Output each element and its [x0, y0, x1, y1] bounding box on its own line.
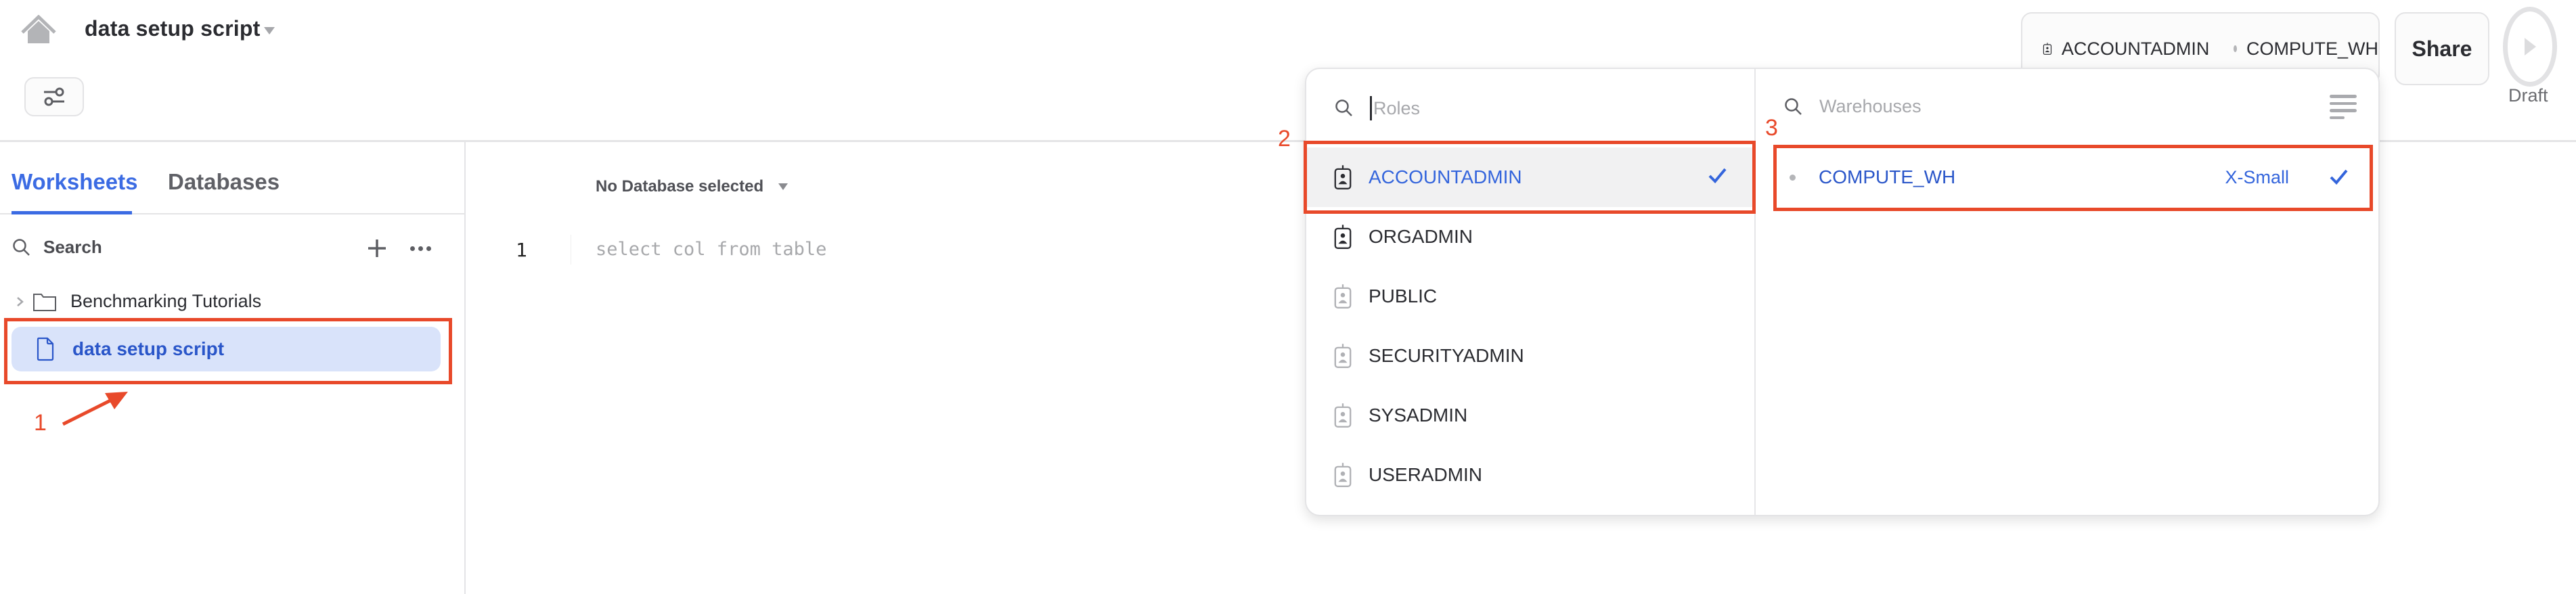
- role-badge-icon: [1334, 344, 1352, 368]
- role-item-sysadmin[interactable]: SYSADMIN: [1306, 386, 1754, 445]
- warehouses-placeholder: Warehouses: [1819, 96, 1922, 116]
- dot: [426, 246, 431, 251]
- annotation-number-2: 2: [1278, 126, 1291, 152]
- role-label: SYSADMIN: [1369, 405, 1468, 426]
- play-icon: [2525, 38, 2536, 55]
- role-item-useradmin[interactable]: USERADMIN: [1306, 445, 1754, 505]
- roles-search-input[interactable]: Roles: [1335, 96, 1420, 120]
- code-editor-line[interactable]: select col from table: [596, 239, 826, 260]
- share-button[interactable]: Share: [2395, 12, 2489, 85]
- annotation-number-3: 3: [1765, 115, 1778, 141]
- search-icon: [13, 238, 30, 256]
- role-label: ORGADMIN: [1369, 226, 1473, 247]
- search-icon: [1785, 97, 1802, 115]
- role-badge-icon: [1334, 225, 1352, 249]
- plus-icon: [368, 239, 386, 257]
- separator-dot: [2234, 45, 2237, 52]
- column-divider: [1754, 69, 1756, 515]
- line-number: 1: [516, 239, 527, 261]
- annotation-box-3: [1773, 145, 2373, 211]
- warehouses-search-input[interactable]: Warehouses: [1784, 96, 1922, 117]
- role-label: PUBLIC: [1369, 285, 1438, 306]
- annotation-number-1: 1: [34, 410, 47, 436]
- current-warehouse: COMPUTE_WH: [2246, 38, 2378, 59]
- active-tab-indicator: [12, 211, 132, 214]
- folder-label: Benchmarking Tutorials: [70, 291, 262, 311]
- roles-placeholder: Roles: [1373, 97, 1421, 118]
- role-badge-icon: [1334, 284, 1352, 309]
- more-options-button[interactable]: [406, 238, 435, 258]
- tab-databases[interactable]: Databases: [168, 169, 280, 195]
- home-icon[interactable]: [20, 14, 57, 43]
- sidebar-search[interactable]: Search: [12, 237, 102, 258]
- filter-settings-button[interactable]: [24, 77, 84, 116]
- role-label: SECURITYADMIN: [1369, 345, 1524, 366]
- text-cursor: [1370, 96, 1372, 120]
- annotation-box-2: [1304, 141, 1756, 214]
- sliders-icon: [44, 87, 64, 106]
- role-item-securityadmin[interactable]: SECURITYADMIN: [1306, 326, 1754, 386]
- role-label: USERADMIN: [1369, 464, 1483, 485]
- current-role: ACCOUNTADMIN: [2061, 38, 2210, 59]
- chevron-right-icon: [17, 296, 24, 306]
- annotation-box-1: [4, 318, 452, 384]
- dot: [409, 246, 415, 251]
- sidebar-divider: [464, 142, 466, 594]
- run-button[interactable]: [2503, 7, 2557, 87]
- role-badge-icon: [2043, 43, 2052, 55]
- role-badge-icon: [1334, 463, 1352, 487]
- folder-benchmarking-tutorials[interactable]: Benchmarking Tutorials: [15, 291, 261, 312]
- tab-worksheets[interactable]: Worksheets: [12, 169, 137, 195]
- draft-status: Draft: [2508, 85, 2548, 106]
- title-dropdown-caret-icon[interactable]: [264, 27, 275, 35]
- search-icon: [1335, 99, 1352, 116]
- context-selector-dropdown: Roles ACCOUNTADMIN ORGADMIN PUBLIC SECUR…: [1305, 68, 2380, 516]
- worksheet-title[interactable]: data setup script: [85, 16, 260, 41]
- list-view-icon[interactable]: [2330, 95, 2357, 119]
- database-selector[interactable]: No Database selected: [596, 177, 789, 196]
- role-item-orgadmin[interactable]: ORGADMIN: [1306, 207, 1754, 267]
- add-worksheet-button[interactable]: [365, 237, 388, 260]
- database-selector-label: No Database selected: [596, 177, 764, 196]
- role-item-public[interactable]: PUBLIC: [1306, 267, 1754, 326]
- dot: [418, 246, 423, 251]
- role-badge-icon: [1334, 403, 1352, 428]
- annotation-arrow-icon: [62, 392, 128, 426]
- folder-icon: [33, 293, 56, 311]
- caret-down-icon: [778, 183, 789, 190]
- search-label: Search: [43, 237, 102, 257]
